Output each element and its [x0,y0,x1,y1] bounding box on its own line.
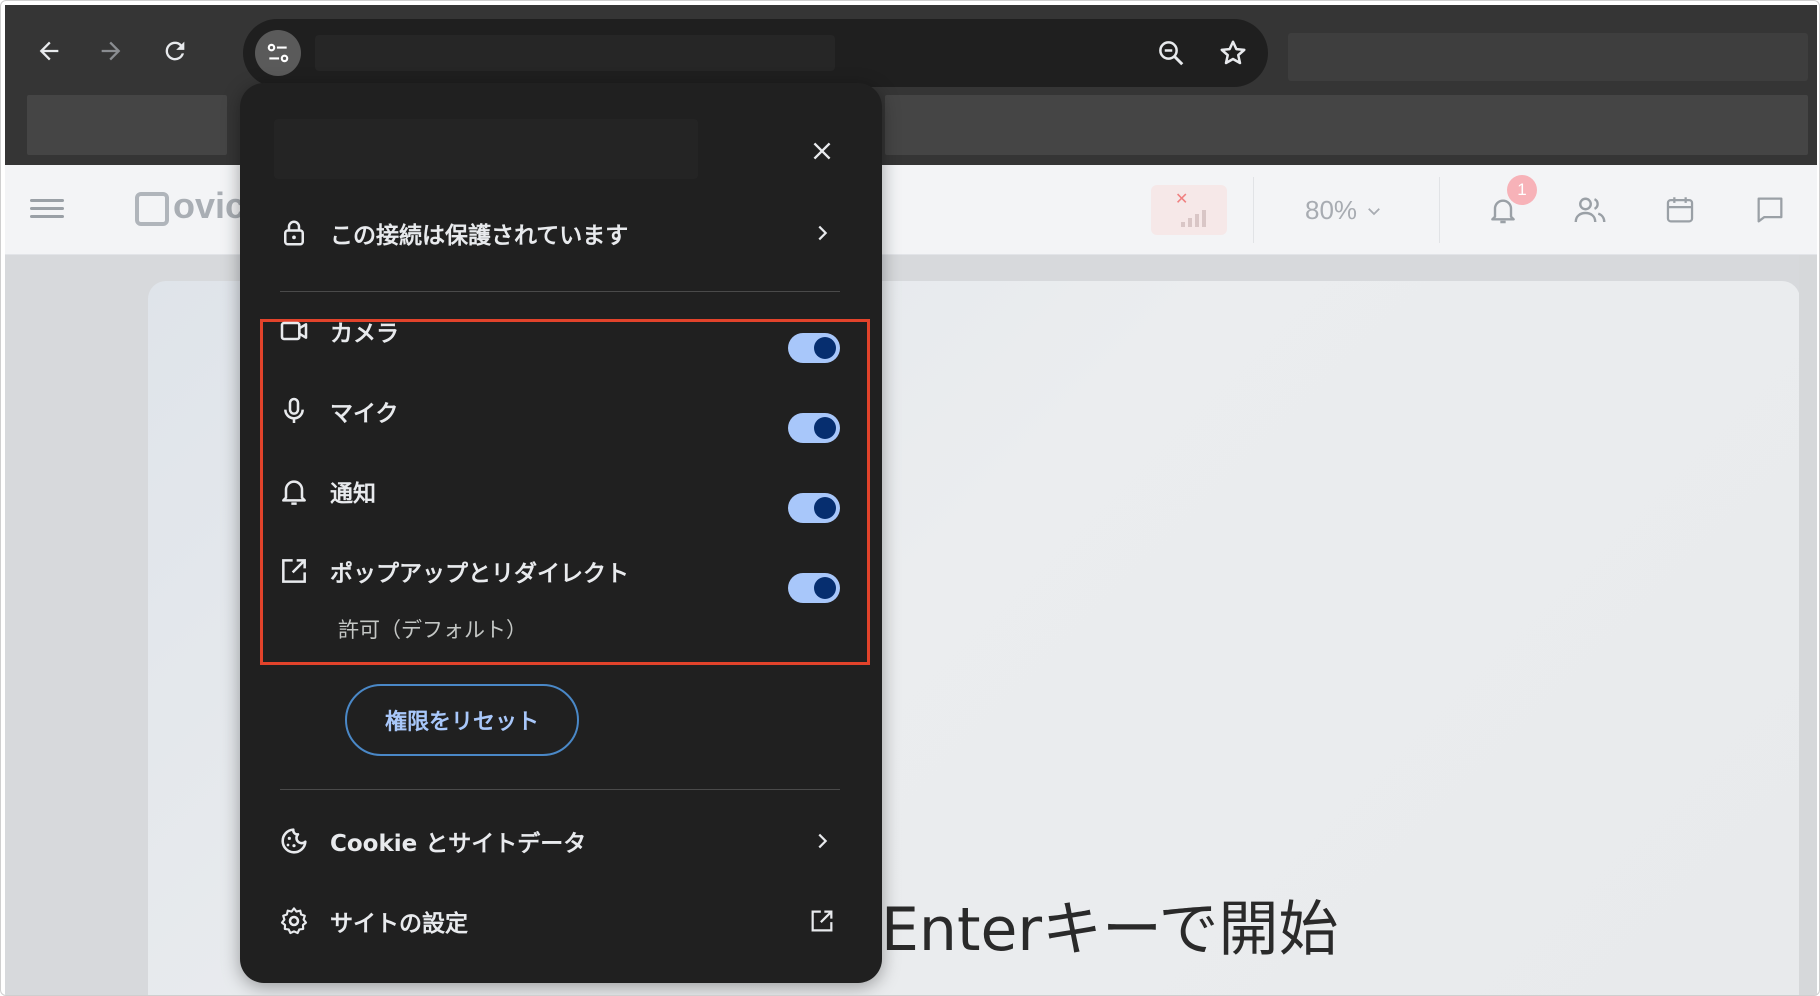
microphone-icon [276,393,312,429]
notification-badge: 1 [1507,175,1537,205]
app-logo: ovic [173,185,246,226]
bookmarks-bar-redacted [27,95,227,155]
chevron-right-icon [808,219,836,247]
site-info-button[interactable] [255,30,301,76]
zoom-out-icon [1159,41,1184,66]
scrollbar[interactable] [1799,255,1817,995]
open-in-new-icon [808,907,836,935]
popups-sublabel: 許可（デフォルト） [338,618,527,642]
arrow-right-icon [101,41,121,61]
chevron-down-icon [1368,207,1380,215]
zoom-button[interactable] [1153,35,1189,71]
bookmarks-bar-redacted-right [885,95,1808,155]
popups-toggle[interactable] [788,573,840,603]
connection-security-label: この接続は保護されています [330,223,629,249]
lock-icon [276,215,312,251]
permission-microphone-row[interactable]: マイク [276,393,846,429]
tune-icon [267,43,289,63]
divider [1439,177,1440,243]
close-icon [813,142,831,160]
permission-notifications-row[interactable]: 通知 [276,473,846,509]
site-info-popup: この接続は保護されています カメラ マイク 通知 ポップアップとリダイレクト 許… [240,83,882,983]
cookies-row[interactable]: Cookie とサイトデータ [276,823,846,859]
back-button[interactable] [27,29,71,73]
reload-button[interactable] [153,29,197,73]
disconnected-icon: ✕ [1175,189,1189,208]
zoom-select[interactable]: 80% [1305,195,1383,226]
url-text-redacted[interactable] [315,35,835,71]
people-icon [1574,197,1606,223]
zoom-value: 80% [1305,195,1358,225]
cookies-label: Cookie とサイトデータ [330,831,587,857]
divider [280,291,840,292]
permission-label: マイク [330,401,399,427]
connection-security-row[interactable]: この接続は保護されています [276,215,846,251]
bookmark-button[interactable] [1215,35,1251,71]
divider [1253,177,1254,243]
gear-icon [276,903,312,939]
site-settings-label: サイトの設定 [330,911,468,937]
permission-label: 通知 [330,481,376,507]
permission-popups-row[interactable]: ポップアップとリダイレクト [276,553,846,589]
bell-icon [276,473,312,509]
permission-label: カメラ [330,321,399,347]
chat-button[interactable] [1747,187,1793,233]
arrow-left-icon [39,41,59,61]
divider [280,789,840,790]
camera-toggle[interactable] [788,333,840,363]
cookie-icon [276,823,312,859]
reset-permissions-button[interactable]: 権限をリセット [345,684,579,756]
permission-camera-row[interactable]: カメラ [276,313,846,349]
notifications-toggle[interactable] [788,493,840,523]
address-bar[interactable] [243,19,1268,87]
star-icon [1220,40,1246,65]
site-name-redacted [274,119,698,179]
close-button[interactable] [802,131,842,171]
window-frame: ovic ✕ 80% 1 Enterキーで開始 この接続は保護されています カメ… [0,0,1820,996]
menu-icon[interactable] [27,194,67,226]
start-instruction-text: Enterキーで開始 [881,895,1339,965]
chat-icon [1757,197,1783,223]
forward-button[interactable] [89,29,133,73]
video-camera-icon [276,313,312,349]
open-in-new-icon [276,553,312,589]
signal-bars-icon [1181,207,1211,227]
microphone-toggle[interactable] [788,413,840,443]
permission-label: ポップアップとリダイレクト [330,561,629,587]
toolbar-extensions-redacted [1288,33,1808,81]
logo-icon [135,192,169,226]
network-status-indicator[interactable]: ✕ [1151,185,1227,235]
site-settings-row[interactable]: サイトの設定 [276,903,846,939]
reload-icon [165,41,185,61]
chevron-right-icon [808,827,836,855]
participants-button[interactable] [1567,187,1613,233]
calendar-icon [1666,197,1694,223]
calendar-button[interactable] [1657,187,1703,233]
